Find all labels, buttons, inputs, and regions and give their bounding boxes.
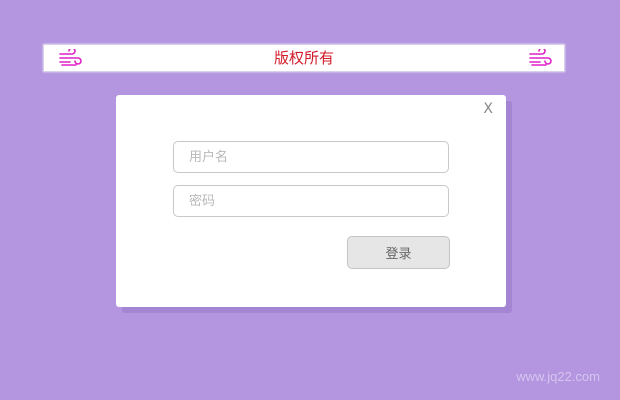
copyright-banner: 版权所有: [43, 44, 565, 72]
watermark: www.jq22.com: [516, 369, 600, 384]
login-dialog: X 登录: [116, 95, 506, 307]
password-input[interactable]: [173, 185, 449, 217]
banner-title: 版权所有: [273, 49, 334, 67]
wind-icon: [529, 49, 552, 66]
login-button[interactable]: 登录: [347, 236, 450, 269]
username-input[interactable]: [173, 141, 449, 173]
close-button[interactable]: X: [483, 101, 493, 117]
